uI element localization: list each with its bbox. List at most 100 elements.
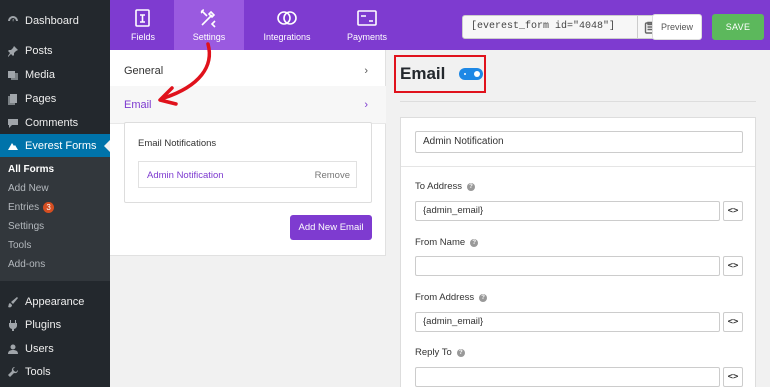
tab-integrations[interactable]: Integrations [254, 0, 320, 50]
from-address-label: From Address? [415, 292, 488, 303]
everest-forms-submenu: All Forms Add New Entries 3 Settings Tool… [0, 157, 110, 281]
tab-settings[interactable]: Settings [174, 0, 244, 50]
submenu-add-ons[interactable]: Add-ons [0, 255, 110, 274]
sidebar-item-label: Plugins [25, 318, 62, 331]
submenu-entries[interactable]: Entries 3 [0, 198, 110, 217]
submenu-settings[interactable]: Settings [0, 217, 110, 236]
to-address-input[interactable]: {admin_email} [415, 201, 720, 221]
sidebar-item-appearance[interactable]: Appearance [0, 290, 110, 313]
paintbrush-icon [7, 296, 19, 308]
submenu-label: All Forms [8, 164, 55, 175]
tab-label: Payments [346, 32, 388, 42]
sidebar-item-label: Appearance [25, 295, 85, 308]
help-icon[interactable]: ? [456, 348, 465, 357]
email-notifications-box: Email Notifications Admin Notification R… [124, 122, 372, 203]
sidebar-item-dashboard[interactable]: Dashboard [0, 9, 110, 32]
media-icon [7, 69, 19, 81]
help-icon[interactable]: ? [470, 238, 479, 247]
admin-sidebar: Dashboard Posts Media Pages Comments Eve… [0, 0, 110, 387]
divider [401, 166, 755, 167]
submenu-all-forms[interactable]: All Forms [0, 160, 110, 179]
submenu-label: Tools [8, 240, 32, 251]
to-address-label: To Address? [415, 181, 475, 192]
notification-list-item[interactable]: Admin Notification Remove [138, 161, 357, 188]
submenu-tools[interactable]: Tools [0, 236, 110, 255]
save-button[interactable]: SAVE [712, 14, 764, 40]
submenu-label: Entries [8, 202, 40, 213]
sidebar-item-label: Comments [25, 116, 79, 129]
integrations-icon [277, 11, 297, 25]
tab-label: Settings [192, 32, 226, 42]
email-header-highlight: Email [394, 55, 486, 93]
fields-icon [135, 9, 150, 27]
smart-tags-button[interactable]: <> [723, 201, 743, 221]
preview-button[interactable]: Preview [652, 14, 702, 40]
sidebar-item-posts[interactable]: Posts [0, 39, 110, 62]
payments-icon [357, 10, 377, 26]
reply-to-label: Reply To? [415, 347, 465, 358]
remove-notification-link[interactable]: Remove [315, 170, 350, 181]
pin-icon [7, 45, 19, 57]
sidebar-item-everest-forms[interactable]: Everest Forms [0, 134, 110, 157]
smart-tags-button[interactable]: <> [723, 256, 743, 276]
sidebar-item-media[interactable]: Media [0, 63, 110, 86]
from-name-label: From Name? [415, 237, 479, 248]
email-notification-card: Admin Notification To Address? {admin_em… [400, 117, 756, 387]
pages-icon [7, 93, 19, 105]
from-name-input[interactable] [415, 256, 720, 276]
sidebar-item-label: Posts [25, 44, 53, 57]
notification-name-input[interactable]: Admin Notification [415, 131, 743, 153]
sidebar-item-users[interactable]: Users [0, 337, 110, 360]
tab-label: Fields [130, 32, 155, 42]
submenu-label: Settings [8, 221, 45, 232]
sidebar-item-label: Media [25, 68, 55, 81]
sidebar-item-comments[interactable]: Comments [0, 111, 110, 134]
chevron-right-icon: › [364, 99, 368, 111]
comments-icon [7, 117, 19, 129]
email-notifications-title: Email Notifications [138, 138, 217, 149]
entries-count-badge: 3 [43, 202, 55, 213]
reply-to-input[interactable] [415, 367, 720, 387]
plugin-icon [7, 319, 19, 331]
tab-label: Integrations [263, 32, 311, 42]
notification-name-link[interactable]: Admin Notification [147, 170, 224, 181]
help-icon[interactable]: ? [479, 293, 488, 302]
smart-tags-button[interactable]: <> [723, 312, 743, 332]
everest-forms-icon [7, 140, 19, 152]
submenu-add-new[interactable]: Add New [0, 179, 110, 198]
menu-label: General [124, 64, 164, 77]
shortcode-field[interactable]: [everest_form id="4048"] [462, 15, 638, 39]
email-section-title: Email [400, 64, 446, 83]
users-icon [7, 343, 19, 355]
settings-panel: General › Email › Email Notifications Ad… [110, 50, 386, 387]
chevron-right-icon: › [364, 65, 368, 77]
sidebar-item-label: Users [25, 342, 54, 355]
divider [400, 101, 756, 102]
sidebar-item-label: Everest Forms [25, 139, 97, 152]
sidebar-item-label: Tools [25, 365, 51, 378]
add-new-email-button[interactable]: Add New Email [290, 215, 372, 240]
sidebar-item-plugins[interactable]: Plugins [0, 313, 110, 336]
tab-fields[interactable]: Fields [110, 0, 176, 50]
settings-tools-icon [200, 9, 216, 28]
settings-panel-empty-area [110, 255, 386, 387]
settings-menu-email[interactable]: Email › [110, 86, 386, 124]
field-label-text: From Address [415, 292, 475, 303]
sidebar-item-tools[interactable]: Tools [0, 360, 110, 383]
submenu-label: Add New [8, 183, 49, 194]
field-label-text: Reply To [415, 347, 452, 358]
smart-tags-button[interactable]: <> [723, 367, 743, 387]
email-settings-pane: Email Admin Notification To Address? {ad… [386, 50, 770, 387]
submenu-label: Add-ons [8, 259, 46, 270]
sidebar-item-pages[interactable]: Pages [0, 87, 110, 110]
dashboard-icon [7, 15, 19, 27]
help-icon[interactable]: ? [467, 182, 475, 191]
sidebar-item-label: Dashboard [25, 14, 79, 27]
settings-menu-general[interactable]: General › [110, 52, 386, 90]
tab-payments[interactable]: Payments [334, 0, 400, 50]
from-address-input[interactable]: {admin_email} [415, 312, 720, 332]
field-label-text: To Address [415, 181, 462, 192]
wrench-icon [7, 366, 19, 378]
form-builder-toolbar: Fields Settings Integrations Payments [e… [110, 0, 770, 50]
email-enable-toggle[interactable] [459, 68, 484, 80]
